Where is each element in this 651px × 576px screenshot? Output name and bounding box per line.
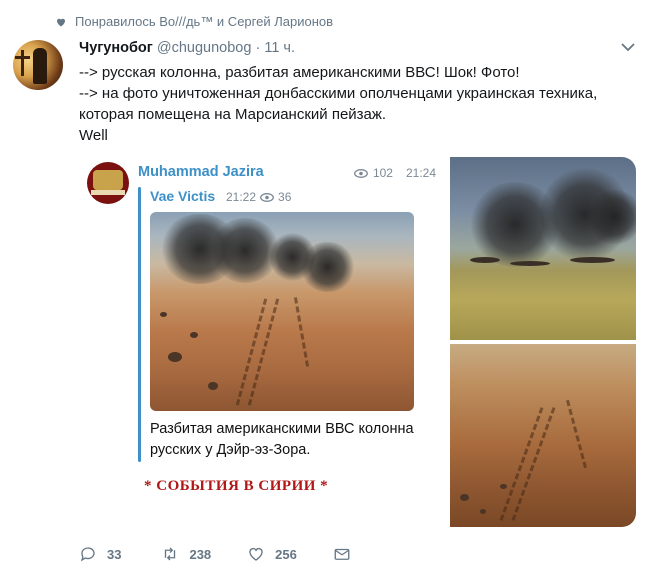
tweet-actions: 33 238 256 xyxy=(79,545,351,563)
tweet-text: --> русская колонна, разбитая американск… xyxy=(79,62,624,146)
views-count: 102 xyxy=(372,166,393,180)
tweet-line: Well xyxy=(79,127,108,144)
eye-icon xyxy=(353,168,368,178)
forward-name: Vae Victis xyxy=(150,188,216,204)
envelope-icon xyxy=(334,548,350,560)
author-name[interactable]: Чугунобог xyxy=(79,40,153,56)
channel-name: Muhammad Jazira xyxy=(138,164,264,180)
like-button[interactable]: 256 xyxy=(247,545,297,563)
forward-meta: 21:22 36 xyxy=(226,190,291,204)
liked-by-text[interactable]: Понравилось Во///дь™ и Сергей Ларионов xyxy=(75,14,333,29)
chevron-down-icon[interactable] xyxy=(621,42,635,52)
tweet-line: --> на фото уничтоженная донбасскими опо… xyxy=(79,85,598,102)
battlefield-photo[interactable] xyxy=(450,157,636,340)
mars-landscape-photo[interactable] xyxy=(450,344,636,527)
author-handle[interactable]: @chugunobog xyxy=(157,40,252,56)
tweet-time[interactable]: 11 ч. xyxy=(264,40,295,56)
retweet-button[interactable]: 238 xyxy=(161,545,211,563)
reply-button[interactable]: 33 xyxy=(79,545,121,563)
tweet-media[interactable]: Muhammad Jazira 102 21:24 Vae Victis 21:… xyxy=(78,157,636,527)
tweet-header: Чугунобог @chugunobog · 11 ч. xyxy=(79,40,295,56)
direct-message-button[interactable] xyxy=(333,545,351,563)
retweet-count: 238 xyxy=(189,546,212,562)
forward-views: 36 xyxy=(278,190,292,204)
tweet-line: --> русская колонна, разбитая американск… xyxy=(79,64,520,81)
tweet-line: которая помещена на Марсианский пейзаж. xyxy=(79,106,387,123)
post-time: 21:24 xyxy=(405,166,436,180)
heart-icon xyxy=(57,18,65,26)
reply-count: 33 xyxy=(107,546,122,562)
retweet-icon xyxy=(165,547,176,561)
forward-time: 21:22 xyxy=(226,190,257,204)
channel-signature: * СОБЫТИЯ В СИРИИ * xyxy=(144,478,329,494)
like-count: 256 xyxy=(275,546,297,562)
avatar[interactable] xyxy=(13,40,63,90)
desert-photo xyxy=(150,212,414,411)
post-caption: Разбитая американскими ВВС колонна русск… xyxy=(150,421,414,458)
telegram-post-screenshot[interactable]: Muhammad Jazira 102 21:24 Vae Victis 21:… xyxy=(78,157,443,527)
eye-icon xyxy=(260,192,274,202)
forward-bar xyxy=(138,187,141,462)
dot-separator: · xyxy=(255,40,261,56)
reply-icon xyxy=(80,547,95,562)
channel-avatar xyxy=(87,162,129,204)
post-meta: 102 21:24 xyxy=(353,166,436,180)
liked-by-row: Понравилось Во///дь™ и Сергей Ларионов xyxy=(55,14,333,29)
heart-outline-icon xyxy=(249,548,263,561)
